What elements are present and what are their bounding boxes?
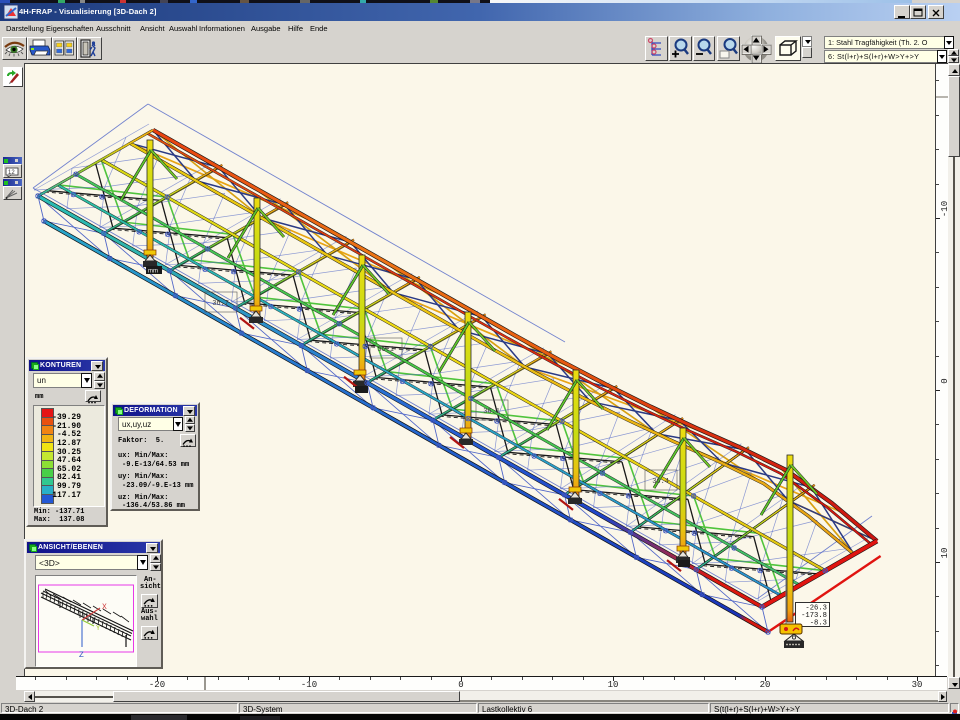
svg-text:36.4: 36.4 (652, 478, 669, 486)
svg-text:36.1: 36.1 (483, 408, 500, 416)
svg-text:-8.3: -8.3 (810, 620, 827, 628)
svg-text:36.7: 36.7 (212, 300, 229, 308)
svg-text:Z: Z (79, 651, 84, 660)
svg-text:mm: mm (148, 269, 158, 275)
svg-text:Y: Y (96, 625, 101, 633)
svg-text:X: X (102, 603, 107, 612)
svg-text:12: 12 (8, 170, 15, 176)
svg-text:36.1: 36.1 (377, 346, 394, 354)
